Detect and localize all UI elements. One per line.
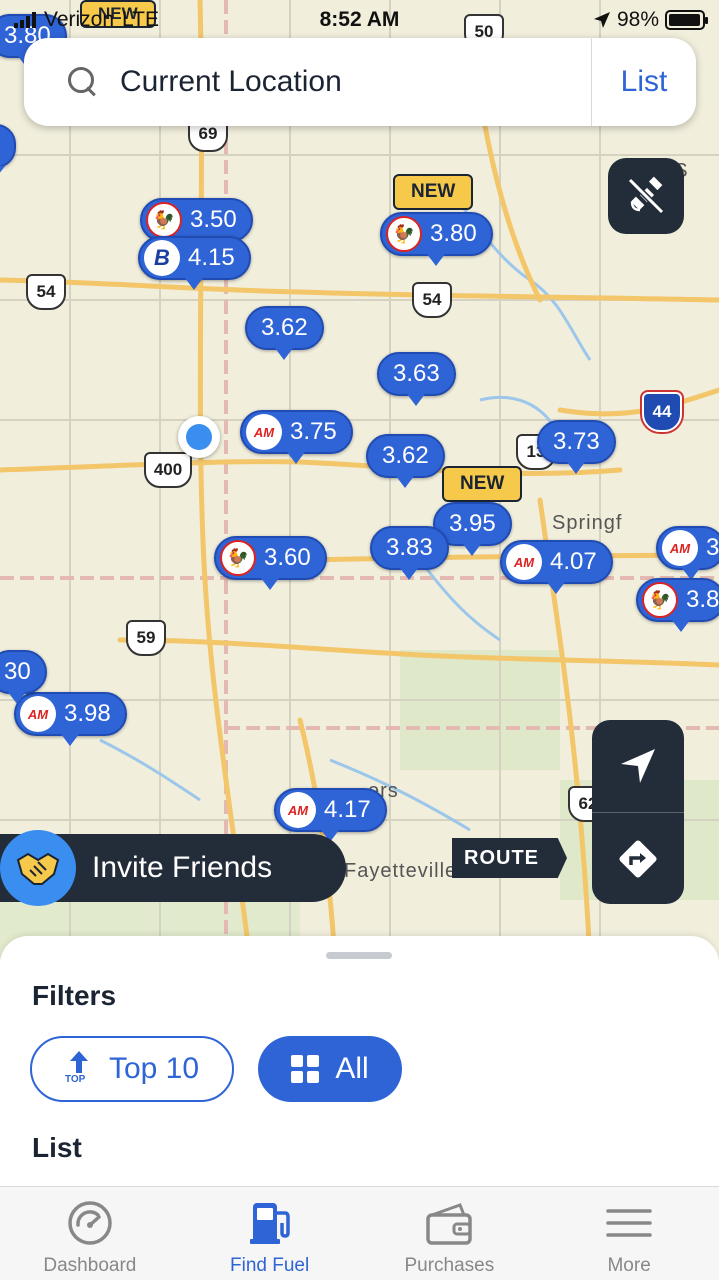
new-tag: NEW — [442, 466, 523, 502]
invite-friends-label: Invite Friends — [92, 851, 273, 884]
rooster-brand-icon: 🐓 — [642, 582, 678, 618]
price-pin[interactable]: 3.73 — [537, 420, 616, 474]
satellite-toggle-button[interactable] — [608, 158, 684, 234]
search-bar[interactable]: Current Location List — [24, 38, 696, 126]
price-label: 3.50 — [190, 206, 237, 233]
tab-more[interactable]: More — [539, 1187, 719, 1280]
route-shield-us54: 54 — [26, 274, 66, 310]
map-controls — [592, 720, 684, 904]
bottom-sheet[interactable]: Filters TOP Top 10 All List — [0, 936, 719, 1186]
am-brand-icon: AM — [506, 544, 542, 580]
search-icon — [66, 65, 100, 99]
invite-friends-button[interactable]: Invite Friends — [0, 830, 346, 906]
price-label: 3.63 — [393, 360, 440, 387]
price-pin[interactable]: 🐓 3.8 — [636, 578, 719, 632]
navigation-arrow-icon — [621, 749, 655, 783]
tab-find-fuel[interactable]: Find Fuel — [180, 1187, 360, 1280]
city-label-fayetteville: Fayetteville — [344, 860, 458, 882]
price-label: 3.62 — [382, 442, 429, 469]
route-shield-us59: 59 — [126, 620, 166, 656]
all-filter-chip[interactable]: All — [258, 1036, 402, 1102]
tab-purchases[interactable]: Purchases — [360, 1187, 540, 1280]
sheet-drag-handle[interactable] — [326, 952, 392, 959]
price-pin[interactable]: B 4.15 — [138, 236, 251, 290]
rooster-brand-icon: 🐓 — [386, 216, 422, 252]
city-label-springfield: Springf — [552, 512, 623, 534]
price-label: 3.60 — [264, 544, 311, 571]
route-label[interactable]: ROUTE — [452, 838, 567, 878]
price-pin[interactable]: 30 — [0, 650, 47, 704]
list-view-button[interactable]: List — [592, 65, 696, 99]
tab-label: Purchases — [404, 1255, 495, 1276]
menu-icon — [606, 1209, 652, 1237]
status-bar: Verizon LTE 8:52 AM 98% — [0, 0, 719, 40]
price-label: 3.75 — [290, 418, 337, 445]
list-title: List — [32, 1132, 82, 1163]
price-label: 4.07 — [550, 548, 597, 575]
price-label: 3.83 — [386, 534, 433, 561]
battery-percent: 98% — [616, 8, 659, 31]
status-right: 98% — [593, 8, 708, 32]
handshake-icon — [0, 830, 76, 906]
price-label: 3.80 — [430, 220, 477, 247]
price-label: 3.8 — [686, 586, 719, 613]
top-arrow-icon: TOP — [65, 1051, 95, 1087]
tab-dashboard[interactable]: Dashboard — [0, 1187, 180, 1280]
rooster-brand-icon: 🐓 — [146, 202, 182, 238]
tab-label: More — [607, 1255, 651, 1276]
recenter-button[interactable] — [592, 720, 684, 812]
top-badge: TOP — [64, 1074, 86, 1085]
price-pin[interactable]: 3.62 — [245, 306, 324, 360]
price-label: 4.17 — [324, 796, 371, 823]
filters-title: Filters — [32, 980, 117, 1011]
price-pin[interactable]: AM 3 — [656, 526, 719, 580]
search-input[interactable]: Current Location — [120, 65, 591, 99]
top10-label: Top 10 — [108, 1052, 200, 1085]
price-pin[interactable]: AM 3.98 — [14, 692, 127, 746]
current-location-marker — [178, 416, 220, 458]
battery-icon — [665, 10, 708, 30]
route-shield-us54: 54 — [412, 282, 452, 318]
price-pin[interactable]: 3.63 — [377, 352, 456, 406]
am-brand-icon: AM — [280, 792, 316, 828]
am-brand-icon: AM — [246, 414, 282, 450]
price-pin[interactable]: AM 4.17 — [274, 788, 387, 842]
top10-filter-chip[interactable]: TOP Top 10 — [30, 1036, 234, 1102]
all-label: All — [335, 1052, 369, 1085]
am-brand-icon: AM — [662, 530, 698, 566]
b-brand-icon: B — [144, 240, 180, 276]
price-pin[interactable]: 🐓 3.80 — [380, 212, 493, 266]
price-label: 3.98 — [64, 700, 111, 727]
price-label: 3.62 — [261, 314, 308, 341]
tab-bar: Dashboard Find Fuel Purchases More — [0, 1186, 719, 1280]
rooster-brand-icon: 🐓 — [220, 540, 256, 576]
new-tag: NEW — [393, 174, 474, 210]
location-arrow-icon — [593, 12, 610, 28]
tab-label: Find Fuel — [230, 1255, 310, 1276]
price-pin[interactable]: AM 3.75 — [240, 410, 353, 464]
price-label: 3 — [706, 534, 719, 561]
fuel-pump-icon — [249, 1203, 290, 1244]
interstate-shield-44: 44 — [642, 392, 682, 432]
price-label: 30 — [4, 658, 31, 685]
price-pin[interactable]: 3.62 — [366, 434, 445, 488]
price-label: 3.73 — [553, 428, 600, 455]
price-pin[interactable]: 3.83 — [370, 526, 449, 580]
satellite-off-icon — [627, 176, 665, 215]
battery-level — [669, 14, 701, 26]
price-label: 3.95 — [449, 510, 496, 537]
route-shield-400: 400 — [144, 452, 192, 488]
price-label: 4.15 — [188, 244, 235, 271]
price-pin[interactable]: 🐓 3.60 — [214, 536, 327, 590]
grid-icon — [291, 1055, 320, 1083]
directions-icon — [619, 840, 657, 878]
wallet-icon — [426, 1203, 473, 1245]
gauge-icon — [68, 1201, 112, 1245]
directions-button[interactable] — [592, 813, 684, 905]
price-pin[interactable]: AM 4.07 — [500, 540, 613, 594]
location-dot-icon — [186, 424, 212, 450]
tab-label: Dashboard — [43, 1255, 137, 1276]
